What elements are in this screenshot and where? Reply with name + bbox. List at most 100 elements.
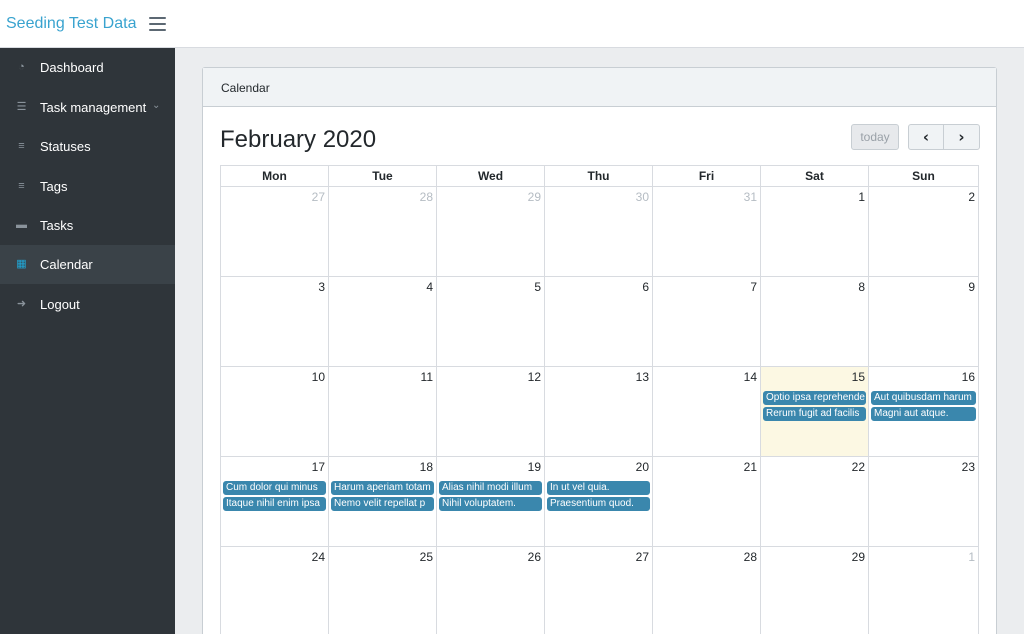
sidebar-item-logout[interactable]: ➜ Logout xyxy=(0,285,175,324)
day-cell[interactable]: 14 xyxy=(653,367,761,457)
day-number[interactable]: 21 xyxy=(744,460,757,474)
day-cell[interactable]: 19 Alias nihil modi illum Nihil voluptatem… xyxy=(437,457,545,547)
day-number[interactable]: 5 xyxy=(534,280,541,294)
brand-link[interactable]: Seeding Test Data xyxy=(6,15,136,33)
day-cell[interactable]: 27 xyxy=(545,547,653,634)
weekday-header: Thu xyxy=(545,166,653,187)
day-cell[interactable]: 24 xyxy=(221,547,329,634)
sidebar-item-label: Calendar xyxy=(40,257,93,272)
sidebar-item-tags[interactable]: ≡ Tags xyxy=(0,167,175,206)
day-cell[interactable]: 28 xyxy=(329,187,437,277)
day-number[interactable]: 8 xyxy=(858,280,865,294)
day-cell[interactable]: 29 xyxy=(761,547,869,634)
day-cell[interactable]: 17 Cum dolor qui minus Itaque nihil enim i… xyxy=(221,457,329,547)
sidebar-item-tasks[interactable]: ▬ Tasks xyxy=(0,206,175,245)
day-number[interactable]: 28 xyxy=(420,190,433,204)
day-number[interactable]: 14 xyxy=(744,370,757,384)
sidebar-item-task-management[interactable]: ☰ Task management ⌄ xyxy=(0,88,175,127)
day-cell[interactable]: 9 xyxy=(869,277,978,367)
day-cell[interactable]: 26 xyxy=(437,547,545,634)
day-cell[interactable]: 6 xyxy=(545,277,653,367)
day-number[interactable]: 20 xyxy=(636,460,649,474)
sidebar-item-statuses[interactable]: ≡ Statuses xyxy=(0,127,175,166)
today-button[interactable]: today xyxy=(851,124,899,150)
day-cell[interactable]: 23 xyxy=(869,457,978,547)
day-number[interactable]: 13 xyxy=(636,370,649,384)
day-number[interactable]: 16 xyxy=(962,370,975,384)
day-number[interactable]: 1 xyxy=(858,190,865,204)
day-number[interactable]: 10 xyxy=(312,370,325,384)
day-cell[interactable]: 22 xyxy=(761,457,869,547)
day-cell[interactable]: 20 In ut vel quia. Praesentium quod. xyxy=(545,457,653,547)
calendar-event[interactable]: Praesentium quod. xyxy=(547,497,650,511)
weekday-header: Sun xyxy=(869,166,978,187)
day-cell[interactable]: 13 xyxy=(545,367,653,457)
day-cell[interactable]: 11 xyxy=(329,367,437,457)
weekday-header: Mon xyxy=(221,166,329,187)
calendar-event[interactable]: Optio ipsa reprehenderit xyxy=(763,391,866,405)
day-number[interactable]: 23 xyxy=(962,460,975,474)
day-number[interactable]: 15 xyxy=(852,370,865,384)
day-number[interactable]: 7 xyxy=(750,280,757,294)
day-cell[interactable]: 7 xyxy=(653,277,761,367)
day-cell[interactable]: 27 xyxy=(221,187,329,277)
day-number[interactable]: 30 xyxy=(636,190,649,204)
next-month-button[interactable]: › xyxy=(944,125,979,149)
day-cell[interactable]: 15 Optio ipsa reprehenderit Rerum fugit ad… xyxy=(761,367,869,457)
day-cell[interactable]: 8 xyxy=(761,277,869,367)
calendar-event[interactable]: Cum dolor qui minus xyxy=(223,481,326,495)
day-number[interactable]: 19 xyxy=(528,460,541,474)
day-number[interactable]: 25 xyxy=(420,550,433,564)
day-cell[interactable]: 5 xyxy=(437,277,545,367)
day-cell[interactable]: 25 xyxy=(329,547,437,634)
day-cell[interactable]: 18 Harum aperiam totam Nemo velit repellat… xyxy=(329,457,437,547)
calendar-title: February 2020 xyxy=(220,126,377,153)
day-cell[interactable]: 29 xyxy=(437,187,545,277)
sidebar-item-calendar[interactable]: ▦ Calendar xyxy=(0,245,175,284)
day-cell[interactable]: 16 Aut quibusdam harum Magni aut atque. xyxy=(869,367,978,457)
day-number[interactable]: 17 xyxy=(312,460,325,474)
day-number[interactable]: 28 xyxy=(744,550,757,564)
calendar-event[interactable]: Alias nihil modi illum xyxy=(439,481,542,495)
day-cell[interactable]: 31 xyxy=(653,187,761,277)
day-number[interactable]: 24 xyxy=(312,550,325,564)
day-number[interactable]: 3 xyxy=(318,280,325,294)
day-number[interactable]: 2 xyxy=(968,190,975,204)
day-number[interactable]: 29 xyxy=(852,550,865,564)
day-number[interactable]: 27 xyxy=(312,190,325,204)
day-cell[interactable]: 1 xyxy=(869,547,978,634)
day-cell[interactable]: 1 xyxy=(761,187,869,277)
day-cell[interactable]: 10 xyxy=(221,367,329,457)
day-cell[interactable]: 2 xyxy=(869,187,978,277)
day-cell[interactable]: 3 xyxy=(221,277,329,367)
day-cell[interactable]: 12 xyxy=(437,367,545,457)
day-number[interactable]: 12 xyxy=(528,370,541,384)
calendar-event[interactable]: Rerum fugit ad facilis xyxy=(763,407,866,421)
calendar-event[interactable]: Aut quibusdam harum xyxy=(871,391,976,405)
day-cell[interactable]: 4 xyxy=(329,277,437,367)
sidebar-item-dashboard[interactable]: ◔ Dashboard xyxy=(0,48,175,87)
hamburger-menu-icon[interactable] xyxy=(149,17,166,31)
day-number[interactable]: 31 xyxy=(744,190,757,204)
calendar-event[interactable]: Magni aut atque. xyxy=(871,407,976,421)
day-number[interactable]: 9 xyxy=(968,280,975,294)
day-number[interactable]: 6 xyxy=(642,280,649,294)
day-number[interactable]: 26 xyxy=(528,550,541,564)
day-number[interactable]: 4 xyxy=(426,280,433,294)
day-number[interactable]: 22 xyxy=(852,460,865,474)
calendar-event[interactable]: In ut vel quia. xyxy=(547,481,650,495)
day-number[interactable]: 11 xyxy=(421,370,433,384)
prev-month-button[interactable]: ‹ xyxy=(909,125,944,149)
day-number[interactable]: 27 xyxy=(636,550,649,564)
calendar-event[interactable]: Itaque nihil enim ipsa xyxy=(223,497,326,511)
calendar-event[interactable]: Nihil voluptatem. xyxy=(439,497,542,511)
day-number[interactable]: 29 xyxy=(528,190,541,204)
calendar-event[interactable]: Nemo velit repellat p xyxy=(331,497,434,511)
day-cell[interactable]: 28 xyxy=(653,547,761,634)
sidebar-item-label: Dashboard xyxy=(40,60,104,75)
day-number[interactable]: 1 xyxy=(968,550,975,564)
day-cell[interactable]: 30 xyxy=(545,187,653,277)
day-cell[interactable]: 21 xyxy=(653,457,761,547)
calendar-event[interactable]: Harum aperiam totam xyxy=(331,481,434,495)
day-number[interactable]: 18 xyxy=(420,460,433,474)
